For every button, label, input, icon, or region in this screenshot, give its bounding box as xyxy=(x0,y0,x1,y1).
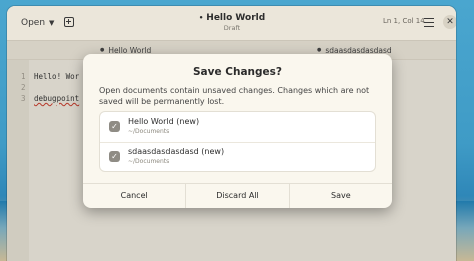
list-item[interactable]: ✓ sdaasdasdasdasd (new) ~/Documents xyxy=(100,142,375,172)
save-changes-dialog: Save Changes? Open documents contain uns… xyxy=(83,54,392,208)
document-path: ~/Documents xyxy=(128,128,170,135)
dialog-title: Save Changes? xyxy=(193,66,282,78)
discard-all-button[interactable]: Discard All xyxy=(186,184,290,208)
open-button-label: Open xyxy=(21,18,46,28)
chevron-down-icon: ▼ xyxy=(49,19,55,27)
unsaved-marker: • xyxy=(198,14,204,22)
document-name: sdaasdasdasdasd (new) xyxy=(128,147,225,156)
save-button[interactable]: Save xyxy=(290,184,392,208)
header-bar: Open ▼ • Hello World Draft Ln 1, Col 14 ✕ xyxy=(7,6,456,41)
checkbox-checked-icon[interactable]: ✓ xyxy=(109,151,120,162)
window-title-block: • Hello World Draft xyxy=(157,13,307,32)
open-button[interactable]: Open ▼ xyxy=(17,15,58,31)
close-icon[interactable]: ✕ xyxy=(443,15,456,29)
cancel-button[interactable]: Cancel xyxy=(83,184,187,208)
unsaved-document-list: ✓ Hello World (new) ~/Documents ✓ sdaasd… xyxy=(99,111,376,172)
window-title-text: Hello World xyxy=(206,13,266,23)
new-tab-icon[interactable] xyxy=(64,17,74,27)
window-title: • Hello World xyxy=(157,13,307,23)
dialog-button-row: Cancel Discard All Save xyxy=(83,183,392,208)
list-item[interactable]: ✓ Hello World (new) ~/Documents xyxy=(100,112,375,143)
document-path: ~/Documents xyxy=(128,158,170,165)
checkbox-checked-icon[interactable]: ✓ xyxy=(109,121,120,132)
document-name: Hello World (new) xyxy=(128,117,200,126)
cursor-position[interactable]: Ln 1, Col 14 xyxy=(383,17,425,25)
window-subtitle: Draft xyxy=(223,24,241,32)
hamburger-menu-icon[interactable] xyxy=(424,18,434,29)
dialog-message: Open documents contain unsaved changes. … xyxy=(99,86,370,106)
